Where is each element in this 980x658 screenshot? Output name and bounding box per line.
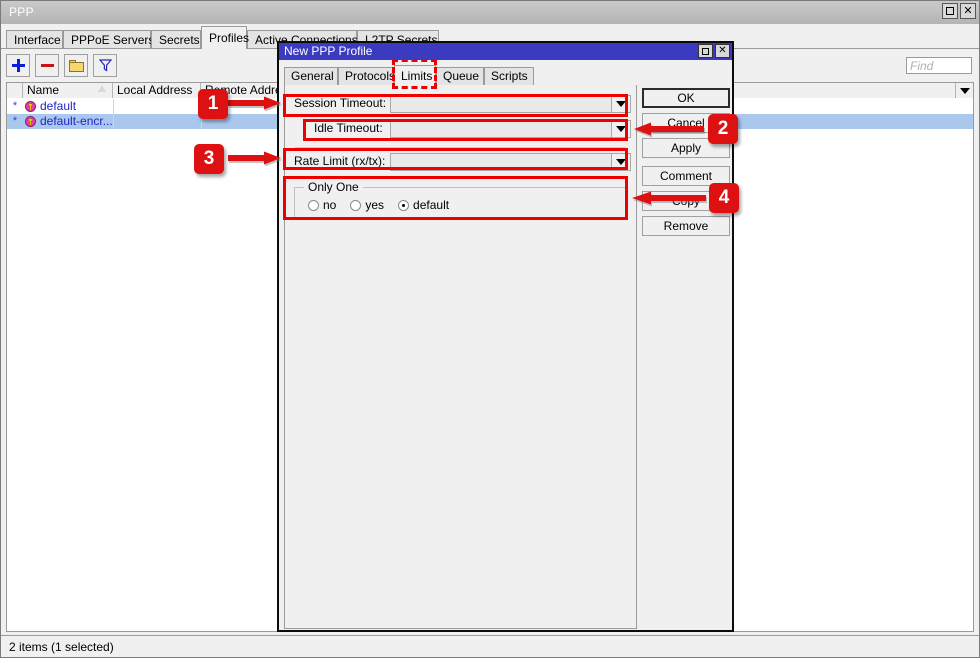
tab-profiles-label: Profiles <box>209 31 249 45</box>
table-header-local-address[interactable]: Local Address <box>113 83 201 98</box>
profile-key-icon <box>25 101 36 112</box>
annotation-badge-2-number: 2 <box>718 118 729 140</box>
annotation-highlight-session-timeout <box>283 94 628 117</box>
remove-button[interactable]: Remove <box>642 216 730 236</box>
dialog-window-controls: ✕ <box>698 44 730 58</box>
annotation-highlight-rate-limit <box>283 148 628 170</box>
annotation-highlight-idle-timeout <box>303 119 628 141</box>
annotation-arrow-1 <box>228 95 284 117</box>
annotation-arrow-4 <box>629 190 709 212</box>
chevron-down-icon <box>960 88 970 94</box>
status-bar: 2 items (1 selected) <box>1 635 979 657</box>
search-box[interactable] <box>906 57 972 74</box>
tab-secrets-label: Secrets <box>159 33 200 47</box>
table-header-local-address-label: Local Address <box>117 83 192 97</box>
remove-button[interactable] <box>35 54 59 77</box>
table-header-name-label: Name <box>27 83 59 97</box>
comment-button-label: Comment <box>660 169 712 183</box>
dialog-button-column: OK Cancel Apply Comment Copy Remove <box>642 88 730 241</box>
annotation-highlight-only-one <box>283 176 628 220</box>
row-name: default <box>40 99 76 114</box>
row-flag: * <box>7 114 23 129</box>
profile-key-icon <box>25 116 36 127</box>
main-titlebar: PPP ✕ <box>1 1 979 25</box>
annotation-highlight-limits-tab <box>392 59 437 89</box>
tab-interface[interactable]: Interface <box>6 30 63 49</box>
annotation-badge-1-number: 1 <box>208 93 219 115</box>
filter-button[interactable] <box>93 54 117 77</box>
remove-button-label: Remove <box>664 219 709 233</box>
dialog-close-icon[interactable]: ✕ <box>715 44 730 58</box>
tab-pppoe-servers-label: PPPoE Servers <box>71 33 154 47</box>
annotation-badge-4-number: 4 <box>719 187 730 209</box>
dialog-tab-queue[interactable]: Queue <box>436 67 484 85</box>
table-header-flag <box>7 83 23 98</box>
apply-button-label: Apply <box>671 141 701 155</box>
ok-button-label: OK <box>677 91 694 105</box>
annotation-badge-3-number: 3 <box>204 148 215 170</box>
annotation-badge-1: 1 <box>198 89 228 119</box>
main-window-controls: ✕ <box>942 3 976 19</box>
folder-icon <box>69 60 84 72</box>
funnel-icon <box>99 59 112 72</box>
row-name: default-encr... <box>40 114 113 129</box>
table-columns-dropdown[interactable] <box>955 83 973 98</box>
dialog-maximize-icon[interactable] <box>698 44 713 58</box>
ok-button[interactable]: OK <box>642 88 730 108</box>
tab-interface-label: Interface <box>14 33 61 47</box>
status-text: 2 items (1 selected) <box>9 640 114 654</box>
tab-secrets[interactable]: Secrets <box>151 30 201 49</box>
annotation-arrow-2 <box>631 121 707 143</box>
annotation-badge-4: 4 <box>709 183 739 213</box>
dialog-tab-protocols-label: Protocols <box>345 69 395 83</box>
minus-icon <box>41 64 54 67</box>
enable-button[interactable] <box>64 54 88 77</box>
maximize-icon[interactable] <box>942 3 958 19</box>
dialog-titlebar: New PPP Profile ✕ <box>279 43 732 60</box>
dialog-tab-scripts-label: Scripts <box>491 69 528 83</box>
dialog-tab-general[interactable]: General <box>284 67 338 85</box>
table-header-name[interactable]: Name <box>23 83 113 98</box>
dialog-tab-protocols[interactable]: Protocols <box>338 67 394 85</box>
annotation-badge-3: 3 <box>194 144 224 174</box>
main-window-title: PPP <box>9 5 34 19</box>
tab-pppoe-servers[interactable]: PPPoE Servers <box>63 30 151 49</box>
annotation-badge-2: 2 <box>708 114 738 144</box>
dialog-title: New PPP Profile <box>284 44 372 58</box>
sort-ascending-icon <box>98 86 106 92</box>
dialog-tab-scripts[interactable]: Scripts <box>484 67 534 85</box>
tab-profiles[interactable]: Profiles <box>201 26 247 49</box>
add-button[interactable] <box>6 54 30 77</box>
row-flag: * <box>7 99 23 114</box>
close-icon[interactable]: ✕ <box>960 3 976 19</box>
screenshot-root: PPP ✕ Interface PPPoE Servers Secrets Ac… <box>0 0 980 658</box>
plus-icon <box>12 59 25 72</box>
dialog-tab-queue-label: Queue <box>443 69 479 83</box>
annotation-arrow-3 <box>228 150 284 172</box>
main-toolbar <box>6 54 117 77</box>
search-input[interactable] <box>907 58 971 73</box>
dialog-tab-general-label: General <box>291 69 334 83</box>
